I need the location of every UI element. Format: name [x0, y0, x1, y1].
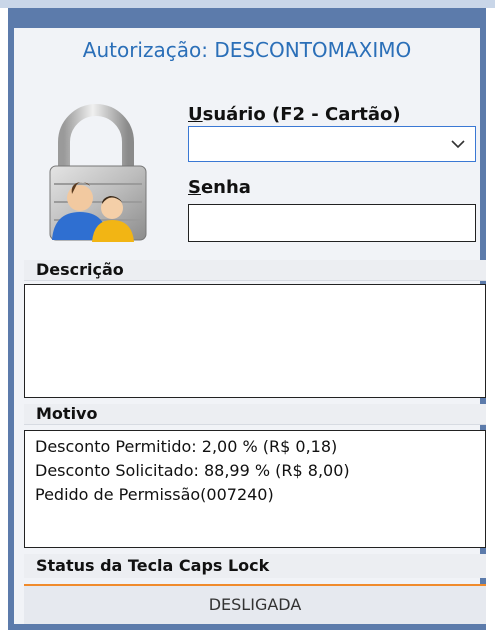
motivo-line: Desconto Permitido: 2,00 % (R$ 0,18): [35, 437, 338, 456]
motivo-line: Pedido de Permissão(007240): [35, 485, 274, 504]
usuario-label: Usuário (F2 - Cartão): [188, 104, 401, 125]
motivo-box: Desconto Permitido: 2,00 % (R$ 0,18) Des…: [24, 430, 486, 548]
usuario-label-accesskey: U: [188, 104, 203, 125]
chevron-down-icon: [451, 140, 465, 149]
top-strip: [0, 0, 495, 8]
usuario-label-text: suário (F2 - Cartão): [202, 104, 401, 125]
usuario-dropdown[interactable]: [188, 126, 476, 162]
senha-label-text: enha: [200, 177, 251, 198]
senha-label: Senha: [188, 177, 251, 198]
motivo-header: Motivo: [24, 404, 486, 425]
caps-lock-header: Status da Tecla Caps Lock: [24, 554, 486, 578]
senha-label-accesskey: S: [188, 177, 201, 198]
senha-field[interactable]: [188, 204, 476, 242]
motivo-line: Desconto Solicitado: 88,99 % (R$ 8,00): [35, 461, 350, 480]
dialog-title: Autorização: DESCONTOMAXIMO: [82, 38, 412, 62]
caps-lock-status: DESLIGADA: [24, 586, 486, 624]
padlock-users-icon: [36, 100, 166, 250]
descricao-field[interactable]: [24, 284, 486, 398]
descricao-header: Descrição: [24, 260, 486, 281]
